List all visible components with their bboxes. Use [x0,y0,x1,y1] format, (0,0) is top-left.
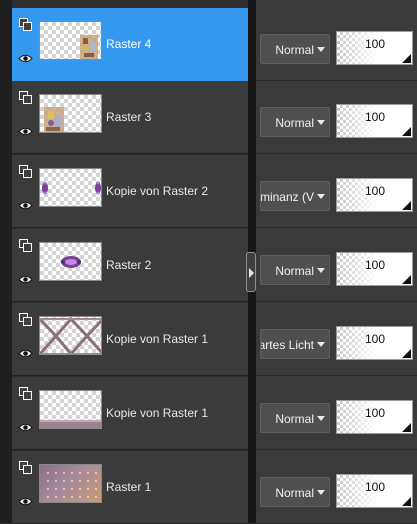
layer-thumbnail [39,168,102,207]
opacity-field[interactable]: 100 [336,178,413,212]
layer-row-raster-3[interactable]: Raster 3 [12,81,248,154]
blend-mode-dropdown[interactable]: Normal [260,255,330,285]
layer-props-raster-2: Normal 100 [256,229,417,302]
layer-thumbnail [39,316,102,355]
layer-row-raster-2[interactable]: Raster 2 [12,229,248,302]
opacity-value: 100 [364,184,385,198]
layer-props-kopie-von-raster-1-a: Hartes Licht 100 [256,303,417,376]
blend-mode-value: Normal [275,412,314,426]
slider-corner-icon [402,275,411,284]
layer-name: Kopie von Raster 1 [106,406,209,420]
slider-corner-icon [402,54,411,63]
opacity-value: 100 [364,258,385,272]
layer-name: Raster 4 [106,37,152,51]
layer-props-raster-1: Normal 100 [256,451,417,524]
chevron-down-icon [317,416,325,421]
chevron-down-icon [317,490,325,495]
slider-corner-icon [402,127,411,136]
layers-panel: Raster 4 Normal 100 Raster 3 Normal 100 … [0,0,417,524]
slider-corner-icon [402,497,411,506]
opacity-value: 100 [364,480,385,494]
layer-row-raster-1[interactable]: Raster 1 [12,451,248,524]
eye-icon[interactable] [18,200,33,211]
blend-mode-dropdown[interactable]: Normal [260,34,330,64]
opacity-value: 100 [364,37,385,51]
layer-name: Kopie von Raster 1 [106,332,209,346]
opacity-field[interactable]: 100 [336,104,413,138]
chevron-down-icon [317,120,325,125]
layer-stack-icon[interactable] [19,165,32,178]
eye-icon[interactable] [18,348,33,359]
opacity-field[interactable]: 100 [336,400,413,434]
layer-props-kopie-von-raster-1-b: Normal 100 [256,377,417,450]
chevron-down-icon [317,268,325,273]
layer-row-kopie-von-raster-1-b[interactable]: Kopie von Raster 1 [12,377,248,450]
layer-stack-icon[interactable] [19,461,32,474]
layer-stack-icon[interactable] [19,387,32,400]
layer-name: Kopie von Raster 2 [106,184,209,198]
blend-mode-value: Luminanz (V [260,190,314,204]
layer-row-raster-4[interactable]: Raster 4 [12,8,248,81]
slider-corner-icon [402,423,411,432]
layer-props-raster-3: Normal 100 [256,81,417,154]
opacity-field[interactable]: 100 [336,31,413,65]
chevron-right-icon [249,268,254,278]
blend-mode-value: Hartes Licht [261,338,314,352]
eye-icon[interactable] [18,496,33,507]
layer-thumbnail [39,242,102,281]
blend-mode-value: Normal [275,116,314,130]
panel-splitter-handle[interactable] [246,252,256,292]
layer-thumbnail [39,464,102,503]
slider-corner-icon [402,201,411,210]
layer-stack-icon[interactable] [19,239,32,252]
eye-icon[interactable] [18,422,33,433]
chevron-down-icon [317,342,325,347]
blend-mode-value: Normal [275,486,314,500]
opacity-field[interactable]: 100 [336,326,413,360]
layer-stack-icon[interactable] [19,91,32,104]
opacity-value: 100 [364,110,385,124]
opacity-field[interactable]: 100 [336,474,413,508]
opacity-value: 100 [364,406,385,420]
layer-row-kopie-von-raster-1-a[interactable]: Kopie von Raster 1 [12,303,248,376]
layer-name: Raster 1 [106,480,152,494]
layer-name: Raster 2 [106,258,152,272]
blend-mode-value: Normal [275,43,314,57]
layer-thumbnail [39,390,102,429]
opacity-field[interactable]: 100 [336,252,413,286]
opacity-value: 100 [364,332,385,346]
eye-icon[interactable] [18,126,33,137]
slider-corner-icon [402,349,411,358]
layer-row-kopie-von-raster-2[interactable]: Kopie von Raster 2 [12,155,248,228]
layer-stack-icon[interactable] [19,18,32,31]
blend-mode-dropdown[interactable]: Normal [260,107,330,137]
layer-stack-icon[interactable] [19,313,32,326]
eye-icon[interactable] [18,53,33,64]
blend-mode-value: Normal [275,264,314,278]
chevron-down-icon [317,194,325,199]
layer-name: Raster 3 [106,110,152,124]
eye-icon[interactable] [18,274,33,285]
layer-thumbnail [39,94,102,133]
layer-thumbnail [39,21,102,60]
panel-left-strip [0,0,12,523]
blend-mode-dropdown[interactable]: Luminanz (V [260,181,330,211]
chevron-down-icon [317,47,325,52]
blend-mode-dropdown[interactable]: Normal [260,477,330,507]
blend-mode-dropdown[interactable]: Hartes Licht [260,329,330,359]
layer-props-kopie-von-raster-2: Luminanz (V 100 [256,155,417,228]
layer-props-raster-4: Normal 100 [256,8,417,81]
blend-mode-dropdown[interactable]: Normal [260,403,330,433]
